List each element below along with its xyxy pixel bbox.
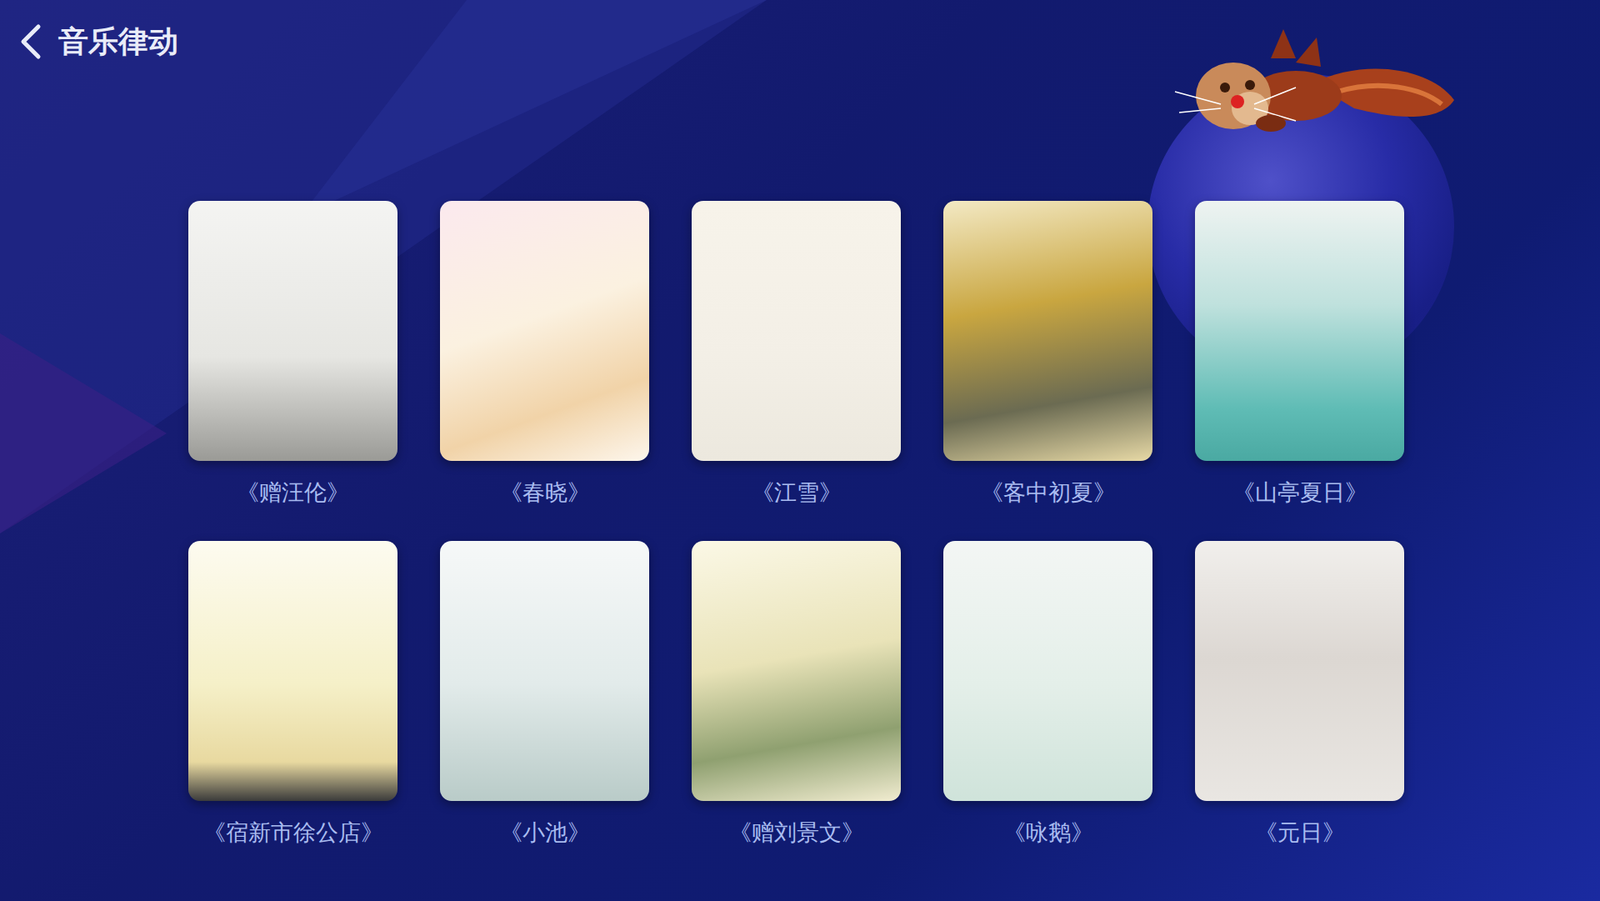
- poem-title: 《山亭夏日》: [1232, 479, 1368, 506]
- header: 音乐律动: [0, 0, 1600, 60]
- poem-title: 《客中初夏》: [980, 479, 1116, 506]
- poem-title: 《江雪》: [751, 479, 842, 506]
- poem-card[interactable]: 《元日》: [1195, 540, 1405, 846]
- poem-card[interactable]: 《山亭夏日》: [1195, 200, 1405, 506]
- poem-title: 《宿新市徐公店》: [203, 819, 384, 846]
- poem-card[interactable]: 《小池》: [440, 540, 650, 846]
- squirrel-icon: [1170, 25, 1459, 155]
- poem-illustration: [943, 200, 1153, 461]
- poem-illustration: [691, 540, 901, 801]
- poem-illustration: [691, 200, 901, 461]
- poem-illustration: [440, 540, 650, 801]
- poem-card[interactable]: 《客中初夏》: [943, 200, 1153, 506]
- poem-illustration: [943, 540, 1153, 801]
- poem-illustration: [440, 200, 650, 461]
- poem-title: 《赠刘景文》: [729, 819, 865, 846]
- back-arrow-icon[interactable]: [18, 23, 44, 60]
- poem-card[interactable]: 《春晓》: [440, 200, 650, 506]
- poem-illustration: [1195, 540, 1405, 801]
- poem-card[interactable]: 《赠刘景文》: [691, 540, 901, 846]
- page-title: 音乐律动: [58, 26, 179, 57]
- app-screen: 音乐律动《赠汪伦》 《春晓》 《江雪》 《客中初夏》 《山亭夏日》《宿新市徐公店》 《小池…: [0, 0, 1600, 901]
- poem-grid: 《赠汪伦》 《春晓》 《江雪》 《客中初夏》 《山亭夏日》《宿新市徐公店》 《小池》 《赠刘…: [188, 200, 1600, 847]
- poem-title: 《赠汪伦》: [236, 479, 350, 506]
- poem-card[interactable]: 《江雪》: [691, 200, 901, 506]
- poem-title: 《春晓》: [500, 479, 590, 506]
- poem-title: 《小池》: [500, 819, 590, 846]
- poem-title: 《咏鹅》: [1003, 819, 1094, 846]
- poem-card[interactable]: 《咏鹅》: [943, 540, 1153, 846]
- poem-title: 《元日》: [1255, 819, 1345, 846]
- poem-illustration: [188, 200, 398, 461]
- poem-card[interactable]: 《宿新市徐公店》: [188, 540, 398, 846]
- poem-illustration: [188, 540, 398, 801]
- poem-card[interactable]: 《赠汪伦》: [188, 200, 398, 506]
- poem-illustration: [1195, 200, 1405, 461]
